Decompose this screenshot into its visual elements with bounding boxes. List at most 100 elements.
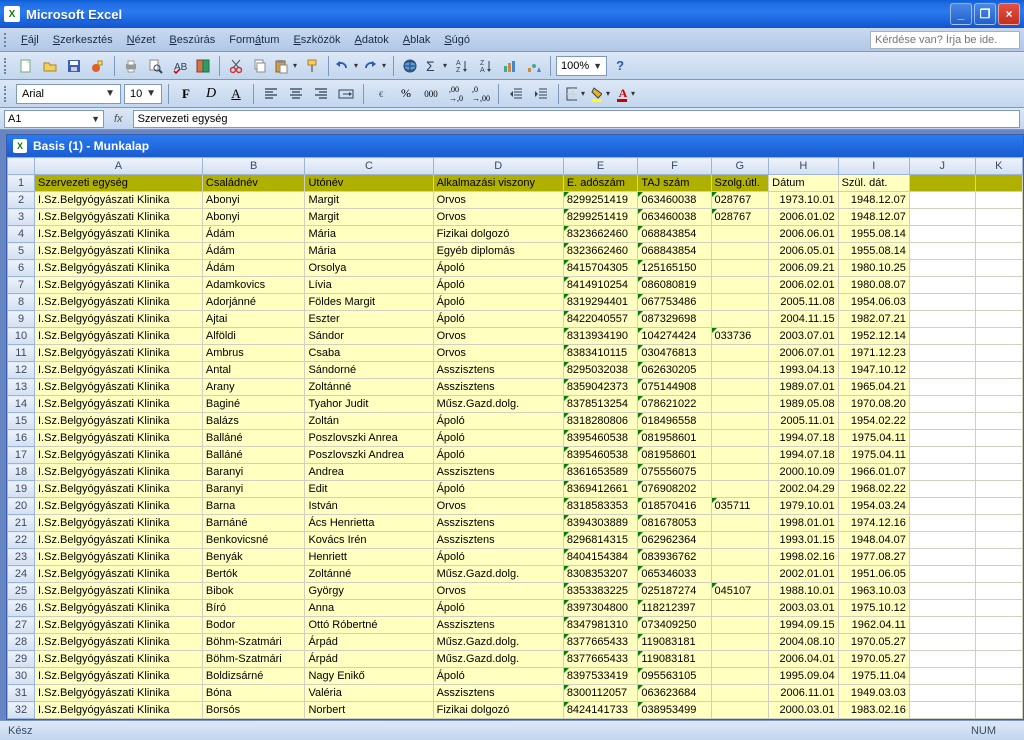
cell-E11[interactable]: 8383410115 (563, 345, 638, 362)
row-header-20[interactable]: 20 (8, 498, 35, 515)
cell-F27[interactable]: 073409250 (638, 617, 711, 634)
row-header-1[interactable]: 1 (8, 175, 35, 192)
cell-E2[interactable]: 8299251419 (563, 192, 638, 209)
cell-B8[interactable]: Adorjánné (202, 294, 305, 311)
cell-H32[interactable]: 2000.03.01 (769, 702, 838, 719)
cell-H1[interactable]: Dátum (769, 175, 838, 192)
cell-K11[interactable] (975, 345, 1022, 362)
font-size-dropdown[interactable]: 10 ▼ (124, 84, 162, 104)
cell-A20[interactable]: I.Sz.Belgyógyászati Klinika (35, 498, 203, 515)
cell-I11[interactable]: 1971.12.23 (838, 345, 909, 362)
cell-G4[interactable] (711, 226, 769, 243)
cell-C6[interactable]: Orsolya (305, 260, 433, 277)
cell-G32[interactable] (711, 702, 769, 719)
paste-button[interactable] (273, 55, 299, 77)
cell-B30[interactable]: Boldizsárné (202, 668, 305, 685)
cell-K1[interactable] (975, 175, 1022, 192)
cell-C29[interactable]: Árpád (305, 651, 433, 668)
cell-H7[interactable]: 2006.02.01 (769, 277, 838, 294)
cell-D1[interactable]: Alkalmazási viszony (433, 175, 563, 192)
cell-E27[interactable]: 8347981310 (563, 617, 638, 634)
cell-K6[interactable] (975, 260, 1022, 277)
cell-K29[interactable] (975, 651, 1022, 668)
cell-A2[interactable]: I.Sz.Belgyógyászati Klinika (35, 192, 203, 209)
cell-E26[interactable]: 8397304800 (563, 600, 638, 617)
cell-D23[interactable]: Ápoló (433, 549, 563, 566)
cell-J30[interactable] (909, 668, 975, 685)
cell-H21[interactable]: 1998.01.01 (769, 515, 838, 532)
font-color-button[interactable]: A (615, 83, 637, 105)
align-left-button[interactable] (260, 83, 282, 105)
cell-E15[interactable]: 8318280806 (563, 413, 638, 430)
cell-K31[interactable] (975, 685, 1022, 702)
cell-J18[interactable] (909, 464, 975, 481)
print-button[interactable] (120, 55, 142, 77)
cell-G30[interactable] (711, 668, 769, 685)
cell-G6[interactable] (711, 260, 769, 277)
cell-F31[interactable]: 063623684 (638, 685, 711, 702)
cell-A17[interactable]: I.Sz.Belgyógyászati Klinika (35, 447, 203, 464)
cell-J23[interactable] (909, 549, 975, 566)
help-question-box[interactable] (870, 31, 1020, 49)
select-all-corner[interactable] (8, 158, 35, 175)
cell-D31[interactable]: Asszisztens (433, 685, 563, 702)
borders-button[interactable] (565, 83, 587, 105)
cell-H23[interactable]: 1998.02.16 (769, 549, 838, 566)
sort-asc-button[interactable]: AZ (451, 55, 473, 77)
cell-D16[interactable]: Ápoló (433, 430, 563, 447)
row-header-10[interactable]: 10 (8, 328, 35, 345)
cell-C3[interactable]: Margit (305, 209, 433, 226)
sheet-scroll-area[interactable]: ABCDEFGHIJK1Szervezeti egységCsaládnévUt… (7, 157, 1023, 719)
cell-G27[interactable] (711, 617, 769, 634)
toolbar-grip[interactable] (4, 58, 10, 74)
cell-B4[interactable]: Ádám (202, 226, 305, 243)
cell-F23[interactable]: 083936762 (638, 549, 711, 566)
cell-G20[interactable]: 035711 (711, 498, 769, 515)
cell-I17[interactable]: 1975.04.11 (838, 447, 909, 464)
cell-I26[interactable]: 1975.10.12 (838, 600, 909, 617)
col-header-E[interactable]: E (563, 158, 638, 175)
cell-H24[interactable]: 2002.01.01 (769, 566, 838, 583)
cell-E17[interactable]: 8395460538 (563, 447, 638, 464)
cell-K4[interactable] (975, 226, 1022, 243)
row-header-19[interactable]: 19 (8, 481, 35, 498)
menu-fájl[interactable]: Fájl (14, 31, 46, 49)
menu-formátum[interactable]: Formátum (222, 31, 286, 49)
cell-B19[interactable]: Baranyi (202, 481, 305, 498)
cell-F2[interactable]: 063460038 (638, 192, 711, 209)
increase-indent-button[interactable] (530, 83, 552, 105)
cell-C9[interactable]: Eszter (305, 311, 433, 328)
cell-K21[interactable] (975, 515, 1022, 532)
col-header-K[interactable]: K (975, 158, 1022, 175)
cell-F28[interactable]: 119083181 (638, 634, 711, 651)
cell-B13[interactable]: Arany (202, 379, 305, 396)
cell-G23[interactable] (711, 549, 769, 566)
cell-G11[interactable] (711, 345, 769, 362)
cell-H6[interactable]: 2006.09.21 (769, 260, 838, 277)
cell-C7[interactable]: Lívia (305, 277, 433, 294)
cell-C22[interactable]: Kovács Irén (305, 532, 433, 549)
cell-D10[interactable]: Orvos (433, 328, 563, 345)
cell-G22[interactable] (711, 532, 769, 549)
cell-D15[interactable]: Ápoló (433, 413, 563, 430)
cell-H4[interactable]: 2006.06.01 (769, 226, 838, 243)
cell-E32[interactable]: 8424141733 (563, 702, 638, 719)
cell-C8[interactable]: Földes Margit (305, 294, 433, 311)
cell-A12[interactable]: I.Sz.Belgyógyászati Klinika (35, 362, 203, 379)
format-painter-button[interactable] (301, 55, 323, 77)
cell-D4[interactable]: Fizikai dolgozó (433, 226, 563, 243)
cell-B12[interactable]: Antal (202, 362, 305, 379)
cell-D28[interactable]: Műsz.Gazd.dolg. (433, 634, 563, 651)
cell-F21[interactable]: 081678053 (638, 515, 711, 532)
cell-D30[interactable]: Ápoló (433, 668, 563, 685)
cell-I20[interactable]: 1954.03.24 (838, 498, 909, 515)
cell-G14[interactable] (711, 396, 769, 413)
cell-H11[interactable]: 2006.07.01 (769, 345, 838, 362)
cell-H26[interactable]: 2003.03.01 (769, 600, 838, 617)
cell-B18[interactable]: Baranyi (202, 464, 305, 481)
cell-G18[interactable] (711, 464, 769, 481)
cell-F24[interactable]: 065346033 (638, 566, 711, 583)
cell-B3[interactable]: Abonyi (202, 209, 305, 226)
cell-A22[interactable]: I.Sz.Belgyógyászati Klinika (35, 532, 203, 549)
menu-ablak[interactable]: Ablak (396, 31, 438, 49)
